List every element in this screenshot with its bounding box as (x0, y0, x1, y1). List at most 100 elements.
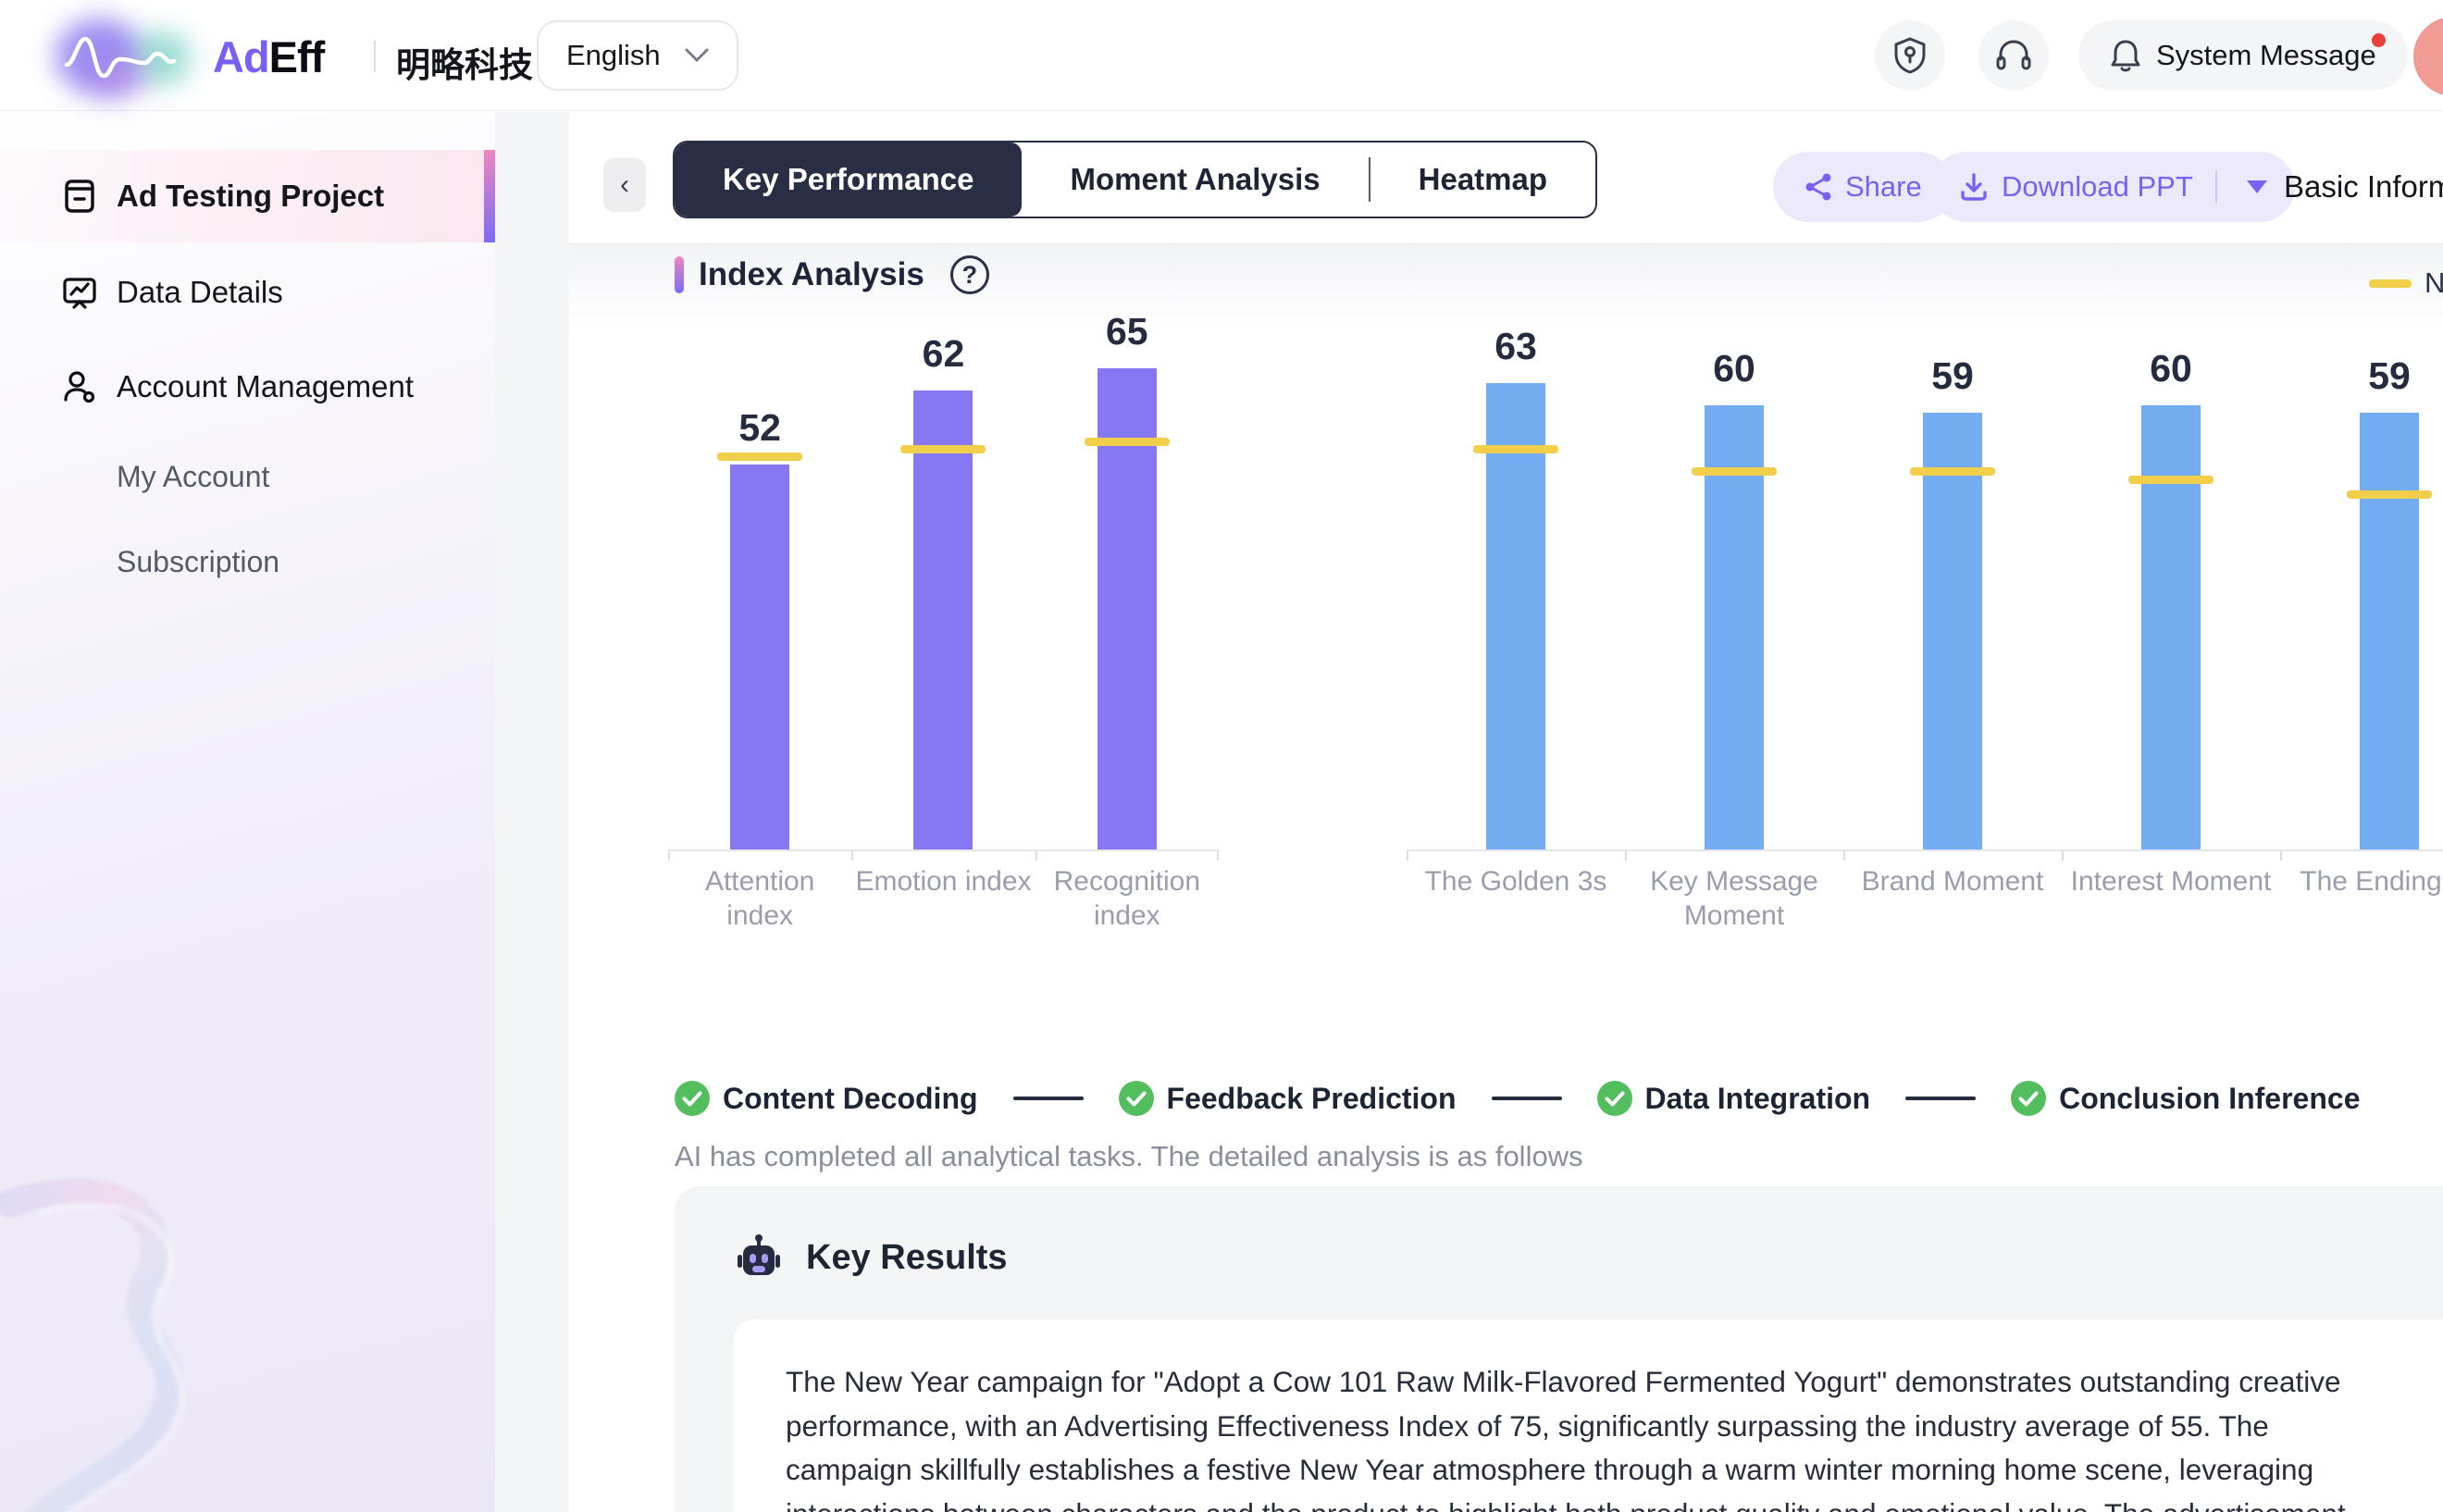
share-label: Share (1845, 170, 1922, 204)
caret-down-icon[interactable] (2247, 180, 2267, 193)
axis-tick (668, 851, 670, 861)
robot-icon (732, 1231, 786, 1284)
app-header: AdEff 明略科技 English System Message (0, 0, 2443, 111)
section-title: Index Analysis (699, 256, 924, 293)
progress-step: Feedback Prediction (1119, 1081, 1457, 1116)
category-label: The Golden 3s (1407, 864, 1625, 899)
check-circle-icon (2011, 1081, 2046, 1116)
download-ppt-label: Download PPT (2002, 170, 2193, 204)
sidebar-item-label: Data Details (117, 275, 283, 310)
bar-value-label: 60 (1713, 347, 1755, 390)
chart-group: 63The Golden 3s60Key Message Moment59Bra… (1407, 296, 2443, 851)
bell-icon (2110, 38, 2141, 73)
view-tabs: Key Performance Moment Analysis Heatmap (673, 141, 1597, 218)
help-icon[interactable]: ? (950, 255, 989, 294)
chart-slot: 60Key Message Moment (1625, 296, 1843, 851)
bar-value-label: 63 (1494, 325, 1537, 368)
basic-information-link[interactable]: Basic Information (2284, 169, 2443, 204)
share-button[interactable]: Share (1773, 152, 1953, 222)
button-divider (2215, 171, 2217, 203)
adeff-logo-icon (54, 7, 198, 104)
chart-slot: 62Emotion index (851, 296, 1035, 851)
bar-value-label: 62 (923, 332, 965, 376)
key-results-text: The New Year campaign for "Adopt a Cow 1… (786, 1360, 2387, 1512)
decorative-ribbon (0, 1093, 490, 1512)
sidebar-item-account-management[interactable]: Account Management (0, 341, 495, 433)
chart-bar (730, 465, 789, 851)
chart-group: 52Attention index62Emotion index65Recogn… (668, 296, 1219, 851)
sidebar-item-ad-testing-project[interactable]: Ad Testing Project (0, 150, 495, 242)
category-label: Interest Moment (2062, 864, 2280, 899)
chart-slot: 59Brand Moment (1843, 296, 2062, 851)
download-ppt-button[interactable]: Download PPT (1931, 152, 2295, 222)
sidebar-item-data-details[interactable]: Data Details (0, 246, 495, 339)
chart-board-icon (59, 272, 100, 313)
system-message-button[interactable]: System Message (2078, 20, 2408, 91)
axis-tick (1843, 851, 1845, 861)
chevron-down-icon (685, 48, 709, 63)
progress-step: Conclusion Inference (2011, 1081, 2360, 1116)
x-axis-line (668, 849, 1219, 851)
step-connector (1905, 1097, 1976, 1100)
user-avatar[interactable] (2413, 17, 2443, 96)
bar-value-label: 52 (738, 406, 781, 450)
content-gutter (495, 112, 569, 1512)
benchmark-line (1473, 445, 1558, 453)
sidebar-subitem-subscription[interactable]: Subscription (117, 545, 279, 579)
step-connector (1492, 1097, 1562, 1100)
bar-value-label: 59 (2368, 354, 2411, 398)
bar-value-label: 65 (1106, 310, 1148, 353)
section-accent-tick (675, 256, 684, 293)
benchmark-legend: Norm (2369, 266, 2443, 300)
back-button[interactable]: ‹ (603, 158, 646, 212)
download-icon (1959, 172, 1989, 202)
check-circle-icon (1119, 1081, 1154, 1116)
benchmark-line (1910, 467, 1995, 476)
ai-status-text: AI has completed all analytical tasks. T… (675, 1140, 1583, 1173)
system-message-label: System Message (2156, 39, 2376, 72)
axis-tick (1625, 851, 1627, 861)
benchmark-line (2347, 490, 2432, 499)
tab-key-performance[interactable]: Key Performance (675, 143, 1022, 217)
headset-icon (1994, 37, 2033, 74)
unread-dot (2372, 33, 2386, 47)
chart-slot: 59The Ending 3s (2280, 296, 2443, 851)
brand-name: AdEff (213, 31, 324, 82)
sidebar-item-label: Account Management (117, 369, 414, 404)
axis-tick (851, 851, 853, 861)
chart-bar (2141, 405, 2201, 851)
chart-slot: 63The Golden 3s (1407, 296, 1625, 851)
share-icon (1804, 172, 1832, 202)
benchmark-line (2128, 476, 2214, 484)
step-label: Feedback Prediction (1167, 1082, 1457, 1116)
key-results-title: Key Results (806, 1238, 1008, 1278)
benchmark-line (900, 445, 986, 453)
step-label: Conclusion Inference (2059, 1082, 2360, 1116)
document-icon (59, 176, 100, 217)
benchmark-line (717, 452, 802, 461)
bar-value-label: 60 (2150, 347, 2192, 390)
check-circle-icon (675, 1081, 710, 1116)
security-button[interactable] (1875, 20, 1945, 91)
tab-heatmap[interactable]: Heatmap (1370, 143, 1595, 217)
category-label: Brand Moment (1843, 864, 2062, 899)
support-button[interactable] (1978, 20, 2049, 91)
language-value: English (566, 39, 661, 72)
chart-slot: 65Recognition index (1035, 296, 1219, 851)
axis-tick (1407, 851, 1408, 861)
axis-tick (1035, 851, 1037, 861)
category-label: Recognition index (1035, 864, 1219, 933)
chart-bar (913, 390, 973, 851)
key-results-card: Key Results The New Year campaign for "A… (675, 1186, 2443, 1512)
category-label: The Ending 3s (2280, 864, 2443, 899)
progress-step: Data Integration (1597, 1081, 1871, 1116)
sidebar-subitem-my-account[interactable]: My Account (117, 460, 269, 494)
key-results-body-card: The New Year campaign for "Adopt a Cow 1… (734, 1320, 2443, 1512)
language-selector[interactable]: English (537, 20, 738, 91)
tab-moment-analysis[interactable]: Moment Analysis (1022, 143, 1368, 217)
step-connector (1013, 1097, 1084, 1100)
check-circle-icon (1597, 1081, 1632, 1116)
x-axis-line (1407, 849, 2443, 851)
chart-bar (1923, 413, 1982, 851)
main-content: ‹ Key Performance Moment Analysis Heatma… (569, 112, 2443, 1512)
